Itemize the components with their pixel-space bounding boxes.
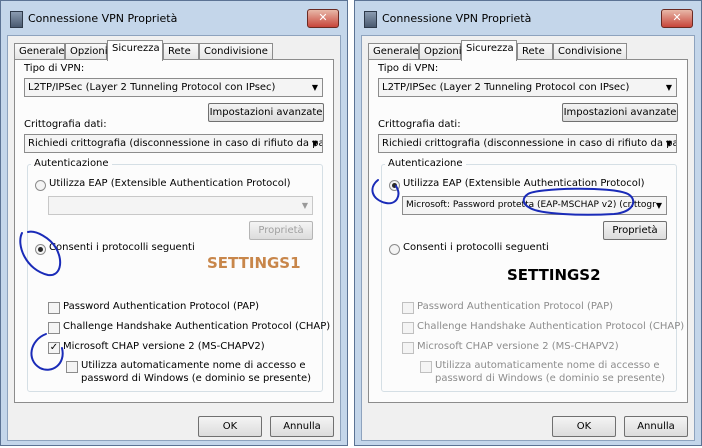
window-title: Connessione VPN Proprietà <box>28 12 178 25</box>
ok-button[interactable]: OK <box>552 416 616 437</box>
encryption-label: Crittografia dati: <box>378 119 461 130</box>
pap-label: Password Authentication Protocol (PAP) <box>417 301 614 312</box>
mschapv2-checkbox[interactable]: ✓ <box>48 342 60 354</box>
tab-generale[interactable]: Generale <box>368 43 419 60</box>
vpn-type-label: Tipo di VPN: <box>378 63 439 74</box>
pap-checkbox[interactable] <box>402 302 414 314</box>
pap-checkbox[interactable] <box>48 302 60 314</box>
mschapv2-checkbox[interactable] <box>402 342 414 354</box>
protocols-radio[interactable] <box>389 244 400 255</box>
vpn-properties-dialog-2: Connessione VPN Proprietà ✕ Generale Opz… <box>354 0 702 446</box>
chevron-down-icon: ▼ <box>665 83 672 92</box>
protocols-radio[interactable] <box>35 244 46 255</box>
authentication-group-title: Autenticazione <box>385 158 466 169</box>
chevron-down-icon: ▼ <box>311 83 318 92</box>
auto-logon-label-2: password di Windows (e dominio se presen… <box>435 373 666 384</box>
dialog-body: Generale Opzioni Sicurezza Rete Condivis… <box>361 35 695 441</box>
chap-checkbox[interactable] <box>402 322 414 334</box>
network-icon <box>364 11 377 28</box>
close-button[interactable]: ✕ <box>307 9 339 28</box>
vpn-type-value: L2TP/IPSec (Layer 2 Tunneling Protocol c… <box>28 82 276 93</box>
eap-properties-button[interactable]: Proprietà <box>249 221 313 240</box>
chevron-down-icon: ▼ <box>311 139 318 148</box>
checkmark-icon: ✓ <box>49 342 59 353</box>
title-bar: Connessione VPN Proprietà ✕ <box>355 1 701 35</box>
network-icon <box>10 11 23 28</box>
eap-radio-label: Utilizza EAP (Extensible Authentication … <box>403 178 645 189</box>
title-bar: Connessione VPN Proprietà ✕ <box>1 1 347 35</box>
chevron-down-icon: ▼ <box>301 201 308 210</box>
tab-sicurezza[interactable]: Sicurezza <box>107 40 163 61</box>
eap-radio[interactable] <box>389 180 400 191</box>
tab-condivisione[interactable]: Condivisione <box>199 43 273 60</box>
security-panel: Tipo di VPN: L2TP/IPSec (Layer 2 Tunneli… <box>14 59 334 403</box>
dialog-body: Generale Opzioni Sicurezza Rete Condivis… <box>7 35 341 441</box>
chap-checkbox[interactable] <box>48 322 60 334</box>
cancel-button[interactable]: Annulla <box>270 416 334 437</box>
close-button[interactable]: ✕ <box>661 9 693 28</box>
encryption-select[interactable]: Richiedi crittografia (disconnessione in… <box>24 134 323 153</box>
eap-method-value: Microsoft: Password protetta (EAP-MSCHAP… <box>406 200 656 210</box>
advanced-settings-button[interactable]: Impostazioni avanzate <box>562 103 678 122</box>
eap-method-select[interactable]: ▼ <box>48 196 313 215</box>
chevron-down-icon: ▼ <box>665 139 672 148</box>
encryption-select[interactable]: Richiedi crittografia (disconnessione in… <box>378 134 677 153</box>
mschapv2-label: Microsoft CHAP versione 2 (MS-CHAPV2) <box>417 341 619 352</box>
tab-condivisione[interactable]: Condivisione <box>553 43 627 60</box>
tab-opzioni[interactable]: Opzioni <box>65 43 107 60</box>
tab-sicurezza[interactable]: Sicurezza <box>461 40 517 61</box>
settings-tag: SETTINGS1 <box>207 254 301 272</box>
eap-properties-button[interactable]: Proprietà <box>603 221 667 240</box>
eap-method-select[interactable]: Microsoft: Password protetta (EAP-MSCHAP… <box>402 196 667 215</box>
chevron-down-icon: ▼ <box>655 201 662 210</box>
protocols-radio-label: Consenti i protocolli seguenti <box>49 242 195 253</box>
auto-logon-label: Utilizza automaticamente nome di accesso… <box>81 360 306 371</box>
authentication-group-title: Autenticazione <box>31 158 112 169</box>
tab-opzioni[interactable]: Opzioni <box>419 43 461 60</box>
settings-tag: SETTINGS2 <box>507 266 601 284</box>
auto-logon-checkbox[interactable] <box>420 361 432 373</box>
mschapv2-label: Microsoft CHAP versione 2 (MS-CHAPV2) <box>63 341 265 352</box>
vpn-type-value: L2TP/IPSec (Layer 2 Tunneling Protocol c… <box>382 82 630 93</box>
eap-radio[interactable] <box>35 180 46 191</box>
vpn-properties-dialog-1: Connessione VPN Proprietà ✕ Generale Opz… <box>0 0 348 446</box>
protocols-radio-label: Consenti i protocolli seguenti <box>403 242 549 253</box>
tab-generale[interactable]: Generale <box>14 43 65 60</box>
tab-rete[interactable]: Rete <box>163 43 199 60</box>
tab-rete[interactable]: Rete <box>517 43 553 60</box>
window-title: Connessione VPN Proprietà <box>382 12 532 25</box>
chap-label: Challenge Handshake Authentication Proto… <box>417 321 685 332</box>
eap-radio-label: Utilizza EAP (Extensible Authentication … <box>49 178 291 189</box>
encryption-label: Crittografia dati: <box>24 119 107 130</box>
auto-logon-label: Utilizza automaticamente nome di accesso… <box>435 360 660 371</box>
cancel-button[interactable]: Annulla <box>624 416 688 437</box>
ok-button[interactable]: OK <box>198 416 262 437</box>
encryption-value: Richiedi crittografia (disconnessione in… <box>382 138 677 149</box>
chap-label: Challenge Handshake Authentication Proto… <box>63 321 331 332</box>
vpn-type-label: Tipo di VPN: <box>24 63 85 74</box>
vpn-type-select[interactable]: L2TP/IPSec (Layer 2 Tunneling Protocol c… <box>378 78 677 97</box>
security-panel: Tipo di VPN: L2TP/IPSec (Layer 2 Tunneli… <box>368 59 688 403</box>
auto-logon-checkbox[interactable] <box>66 361 78 373</box>
advanced-settings-button[interactable]: Impostazioni avanzate <box>208 103 324 122</box>
vpn-type-select[interactable]: L2TP/IPSec (Layer 2 Tunneling Protocol c… <box>24 78 323 97</box>
pap-label: Password Authentication Protocol (PAP) <box>63 301 260 312</box>
encryption-value: Richiedi crittografia (disconnessione in… <box>28 138 323 149</box>
auto-logon-label-2: password di Windows (e dominio se presen… <box>81 373 312 384</box>
